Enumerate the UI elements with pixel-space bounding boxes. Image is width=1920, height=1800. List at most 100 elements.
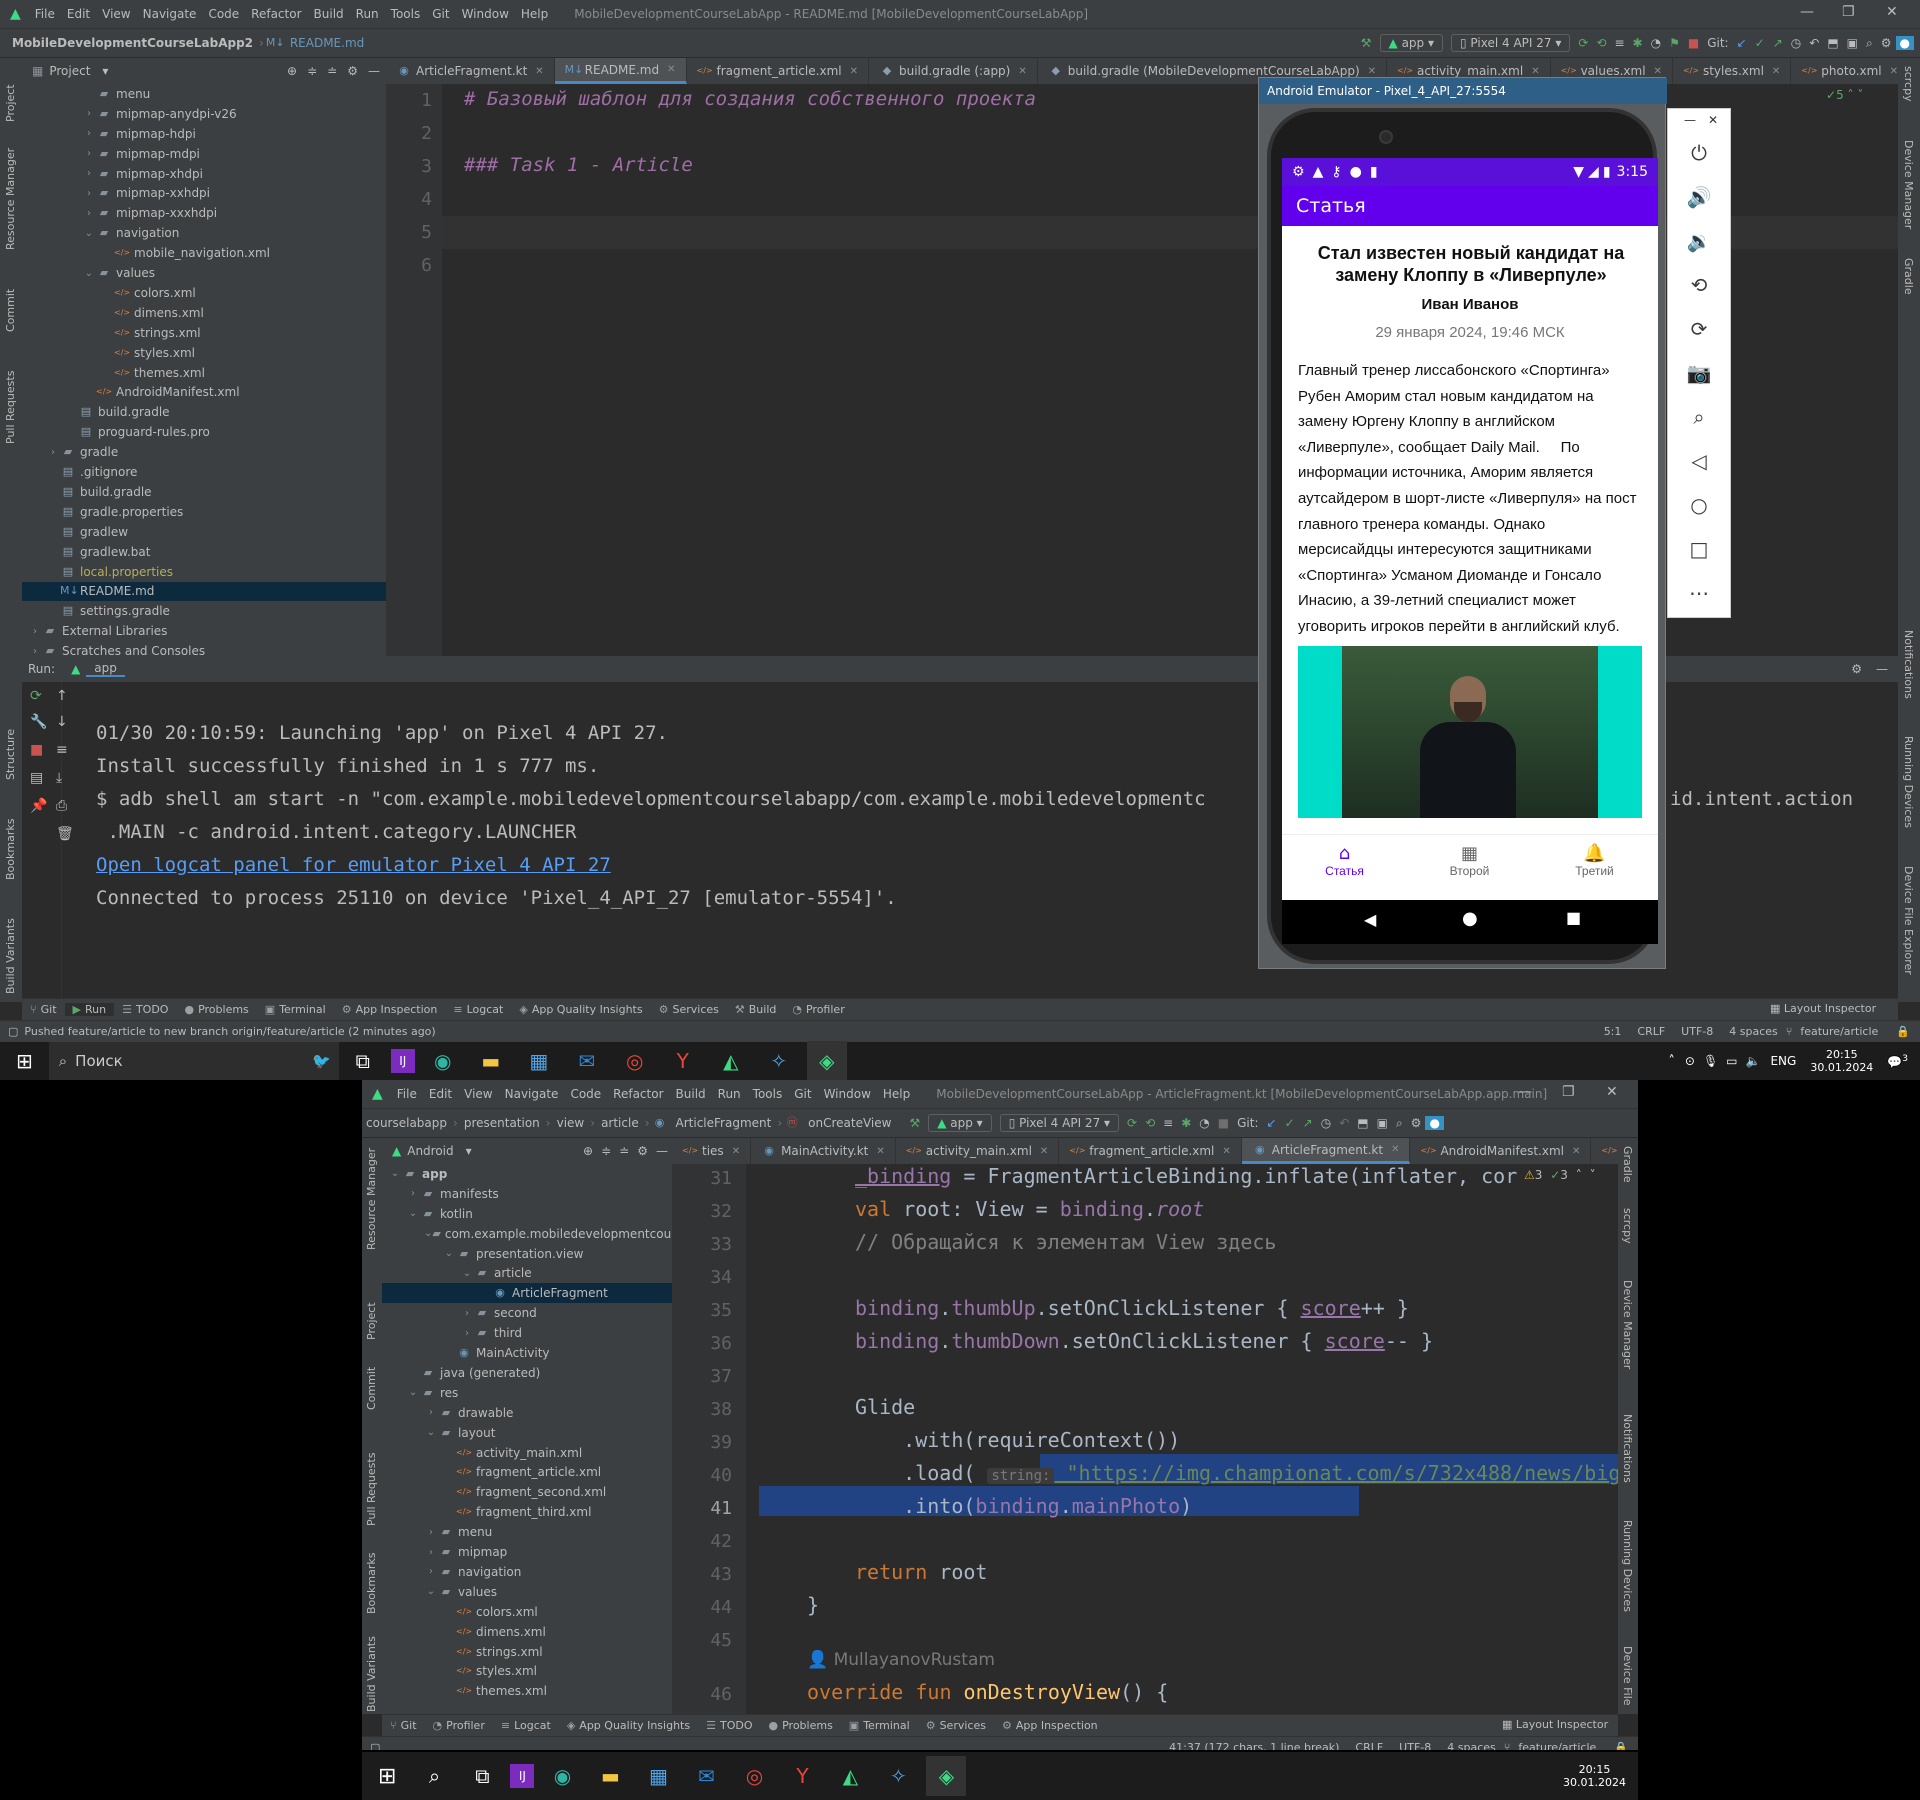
bottom-minimize-button[interactable]: — [1518,1084,1532,1100]
collapse-all-icon[interactable]: ≐ [327,64,337,78]
options-gear-icon[interactable]: ⚙ [347,64,358,78]
status-square-icon[interactable]: ▢ [8,1025,18,1038]
nav-item-article[interactable]: ⌂ Статья [1282,843,1407,878]
bottom-status-encoding[interactable]: UTF-8 [1391,1741,1439,1750]
menu-item[interactable]: Git [426,7,455,21]
crumb-package[interactable]: courselabapp [362,1116,451,1130]
chevron-right-icon[interactable]: › [82,168,96,179]
menu-item[interactable]: Window [818,1087,877,1101]
menu-item[interactable]: Navigate [137,7,203,21]
home-button[interactable]: ● [1462,908,1478,929]
bottom-vtab-scrcpy[interactable]: scrcpy [1621,1208,1634,1258]
tree-item[interactable]: › ▰ mipmap-anydpi-v26 [22,104,386,124]
sdk-manager-icon[interactable]: ⬒ [1823,36,1842,50]
chevron-right-icon[interactable]: › [82,148,96,159]
tree-item[interactable]: › ▰ drawable [382,1403,672,1423]
top-vtab-resource-manager[interactable]: Resource Manager [4,140,17,250]
chevron-right-icon[interactable]: › [28,626,42,637]
menu-item[interactable]: Window [456,7,515,21]
bottom-vtab-resource-manager[interactable]: Resource Manager [365,1148,378,1250]
editor-tab[interactable]: </>styles.xml ✕ [1673,58,1792,84]
tree-item[interactable]: › ▰ mipmap-xxhdpi [22,184,386,204]
tree-item[interactable]: › ▰ menu [382,1522,672,1542]
bottom-status-position[interactable]: 41:37 (172 chars, 1 line break) [1161,1741,1347,1750]
menu-item[interactable]: Tools [385,7,427,21]
bottom-debug-icon[interactable]: ✱ [1177,1116,1195,1130]
chevron-right-icon[interactable]: › [424,1407,438,1418]
menu-item[interactable]: Help [515,7,554,21]
menu-item[interactable]: Refactor [245,7,307,21]
editor-tab[interactable]: M↓ README.md ✕ [554,58,687,84]
git-rollback-icon[interactable]: ↶ [1805,36,1823,50]
tree-item[interactable]: ⌄ ▰ presentation.view [382,1244,672,1264]
tree-item[interactable]: › ▰ mipmap [382,1542,672,1562]
top-vtab-gradle[interactable]: Gradle [1902,258,1915,314]
editor-tab[interactable]: </> activity_main.xml ✕ [896,1138,1060,1164]
tree-item[interactable]: ◉ ArticleFragment [382,1283,672,1304]
close-tab-icon[interactable]: ✕ [1772,66,1780,77]
crumb-on-create-view[interactable]: onCreateView [804,1116,895,1130]
chevron-right-icon[interactable]: › [406,1188,420,1199]
bottom-vtab-running-devices[interactable]: Running Devices [1621,1520,1634,1620]
editor-tab[interactable]: </> fragment_article.xml ✕ [687,58,869,84]
chevron-right-icon[interactable]: › [424,1566,438,1577]
top-vtab-structure[interactable]: Structure [4,710,17,780]
bottom-expand-icon[interactable]: ≑ [601,1144,611,1158]
tool-tab[interactable]: ⑂ Git [22,1003,65,1016]
close-tab-icon[interactable]: ✕ [535,66,543,77]
top-vtab-device-file-explorer[interactable]: Device File Explorer [1902,866,1915,986]
bottom-status-indent[interactable]: 4 spaces [1439,1741,1504,1750]
tool-tab[interactable]: ⚙ Services [651,1003,727,1016]
close-tab-icon[interactable]: ✕ [1654,66,1662,77]
tray-network-icon[interactable]: ▭ [1726,1054,1737,1068]
explorer-icon[interactable]: ▬ [471,1041,511,1081]
home-circle-icon[interactable]: ○ [1668,493,1730,517]
tree-item[interactable]: › ▰ mipmap-hdpi [22,124,386,144]
tool-tab[interactable]: ≡ Logcat [445,1003,511,1016]
tree-item[interactable]: </> fragment_article.xml [382,1463,672,1483]
yandex-icon[interactable]: Y [663,1041,703,1081]
tree-item[interactable]: ▤ settings.gradle [22,601,386,621]
chevron-down-icon[interactable]: ⌄ [82,268,96,279]
expand-all-icon[interactable]: ≑ [307,64,317,78]
chevron-down-icon[interactable]: ⌄ [406,1387,420,1398]
tree-item[interactable]: </> themes.xml [22,363,386,383]
top-vtab-bookmarks[interactable]: Bookmarks [4,800,17,880]
tree-item[interactable]: M↓ README.md [22,581,386,602]
rerun-icon[interactable]: ⟳ [30,688,42,704]
run-settings-gear-icon[interactable]: ⚙ [1851,662,1862,676]
apply-code-icon[interactable]: ⟲ [1592,36,1610,50]
bottom-device-manager-icon[interactable]: ▣ [1373,1116,1392,1130]
editor-tab[interactable]: </> AndroidManifest.xml ✕ [1410,1138,1592,1164]
menu-item[interactable]: Tools [747,1087,789,1101]
close-tab-icon[interactable]: ✕ [1391,1144,1399,1155]
layout-icon[interactable]: ▤ [30,770,43,786]
chevron-right-icon[interactable]: › [82,128,96,139]
top-maximize-button[interactable]: ❐ [1842,4,1855,20]
tool-tab[interactable]: ● Problems [760,1719,840,1732]
top-vtab-running-devices[interactable]: Running Devices [1902,736,1915,846]
scroll-up-icon[interactable]: ↑ [56,688,68,704]
editor-tab[interactable]: ◉ ArticleFragment.kt ✕ [386,58,555,84]
git-update-icon[interactable]: ↙ [1733,36,1751,50]
run-config-select[interactable]: ▲ app ▾ [1379,34,1443,52]
top-vtab-notifications[interactable]: Notifications [1902,630,1915,720]
bottom-task-view-icon[interactable]: ⧉ [462,1756,502,1796]
account-icon[interactable]: ● [1895,36,1914,50]
tool-tab[interactable]: ☰ TODO [698,1719,760,1732]
search-icon[interactable]: ⌕ [1862,36,1877,51]
run-tab-app[interactable]: app [86,661,125,677]
bottom-layout-inspector-button[interactable]: ▦ Layout Inspector [1502,1718,1608,1731]
tree-item[interactable]: </> mobile_navigation.xml [22,243,386,263]
tree-item[interactable]: › ▰ third [382,1323,672,1343]
bottom-status-branch[interactable]: feature/article [1510,1741,1604,1750]
bottom-account-icon[interactable]: ● [1425,1116,1444,1130]
mail-icon[interactable]: ✉ [567,1041,607,1081]
menu-item[interactable]: Code [202,7,245,21]
store-icon[interactable]: ▦ [519,1041,559,1081]
bottom-hide-panel-icon[interactable]: — [656,1144,668,1158]
crumb-view[interactable]: view [553,1116,589,1130]
prev-highlight-icon[interactable]: ˄ [1576,1168,1582,1182]
bottom-git-push-icon[interactable]: ↗ [1299,1116,1317,1130]
bottom-store-icon[interactable]: ▦ [638,1756,678,1796]
